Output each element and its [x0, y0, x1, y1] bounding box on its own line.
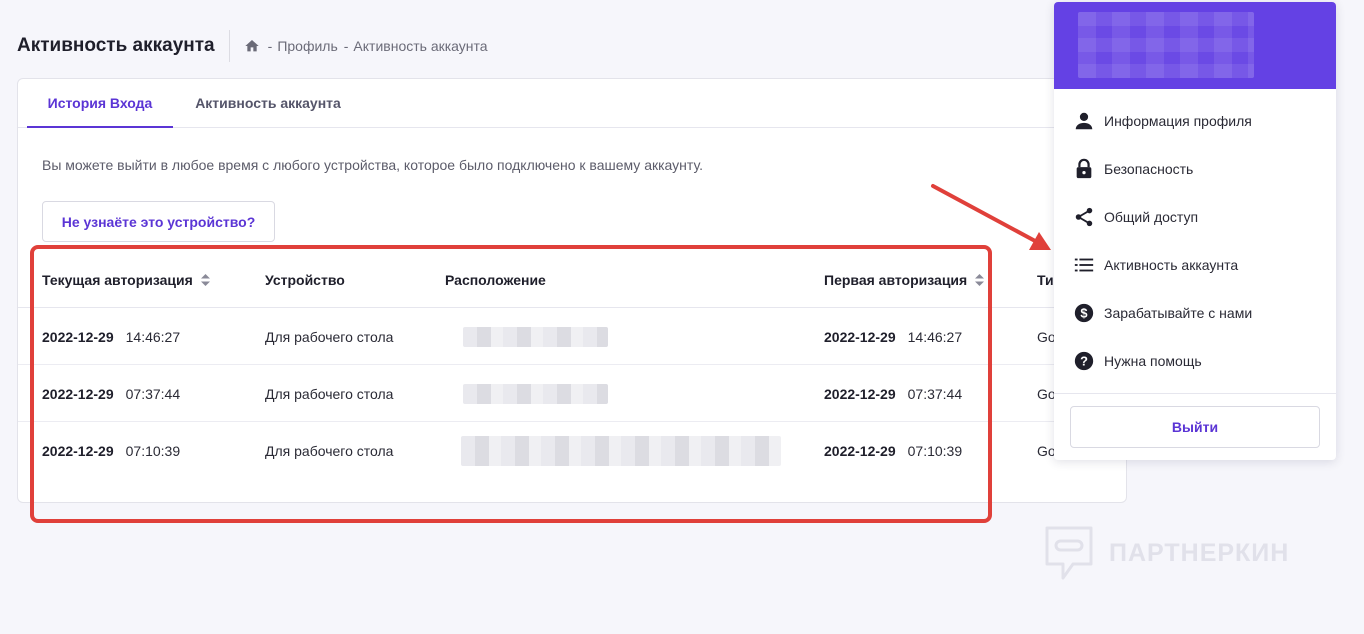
arrow-annotation [931, 184, 1051, 250]
tab-account-activity[interactable]: Активность аккаунта [183, 79, 353, 128]
dollar-icon: $ [1073, 302, 1095, 324]
breadcrumb-separator: - [343, 38, 349, 54]
help-icon: ? [1073, 350, 1095, 372]
unknown-device-button[interactable]: Не узнаёте это устройство? [42, 201, 275, 242]
type-cell: Go [1037, 385, 1056, 402]
menu-item-account-activity[interactable]: Активность аккаунта [1054, 241, 1336, 289]
watermark: ПАРТНЕРКИН [1043, 524, 1289, 582]
dropdown-header [1054, 2, 1336, 89]
tab-login-history[interactable]: История Входа [27, 79, 173, 128]
share-icon [1073, 206, 1095, 228]
menu-item-label: Информация профиля [1104, 113, 1252, 129]
menu-item-profile-info[interactable]: Информация профиля [1054, 97, 1336, 145]
svg-text:$: $ [1080, 306, 1087, 321]
list-icon [1073, 254, 1095, 276]
menu-item-sharing[interactable]: Общий доступ [1054, 193, 1336, 241]
dropdown-divider [1054, 393, 1336, 394]
page-title: Активность аккаунта [17, 35, 215, 56]
breadcrumb: - Профиль - Активность аккаунта [244, 38, 494, 54]
menu-item-label: Общий доступ [1104, 209, 1199, 225]
breadcrumb-separator: - [267, 38, 273, 54]
column-type: Ти [1037, 272, 1054, 288]
menu-item-help[interactable]: ? Нужна помощь [1054, 337, 1336, 385]
watermark-logo-icon [1045, 526, 1093, 580]
logout-button[interactable]: Выйти [1070, 406, 1320, 448]
intro-text: Вы можете выйти в любое время с любого у… [42, 157, 703, 173]
svg-text:?: ? [1080, 354, 1088, 369]
watermark-text: ПАРТНЕРКИН [1109, 538, 1290, 567]
type-cell: Go [1037, 442, 1056, 459]
tab-bar: История Входа Активность аккаунта [18, 79, 1126, 128]
menu-item-earn[interactable]: $ Зарабатывайте с нами [1054, 289, 1336, 337]
menu-item-label: Нужна помощь [1104, 353, 1202, 369]
column-label: Ти [1037, 272, 1054, 288]
type-cell: Go [1037, 328, 1056, 345]
page-header: Активность аккаунта - Профиль - Активнос… [17, 30, 494, 62]
menu-item-label: Зарабатывайте с нами [1104, 305, 1253, 321]
lock-icon [1073, 158, 1095, 180]
menu-item-label: Активность аккаунта [1104, 257, 1239, 273]
menu-item-security[interactable]: Безопасность [1054, 145, 1336, 193]
menu-item-label: Безопасность [1104, 161, 1194, 177]
home-icon[interactable] [244, 38, 260, 54]
user-info-blurred [1078, 12, 1254, 78]
person-icon [1073, 110, 1095, 132]
header-divider [228, 30, 230, 62]
highlight-frame [30, 245, 992, 523]
profile-dropdown: Информация профиля Безопасность Общий до… [1054, 2, 1336, 460]
breadcrumb-profile[interactable]: Профиль [277, 38, 337, 54]
breadcrumb-account-activity: Активность аккаунта [353, 38, 488, 54]
